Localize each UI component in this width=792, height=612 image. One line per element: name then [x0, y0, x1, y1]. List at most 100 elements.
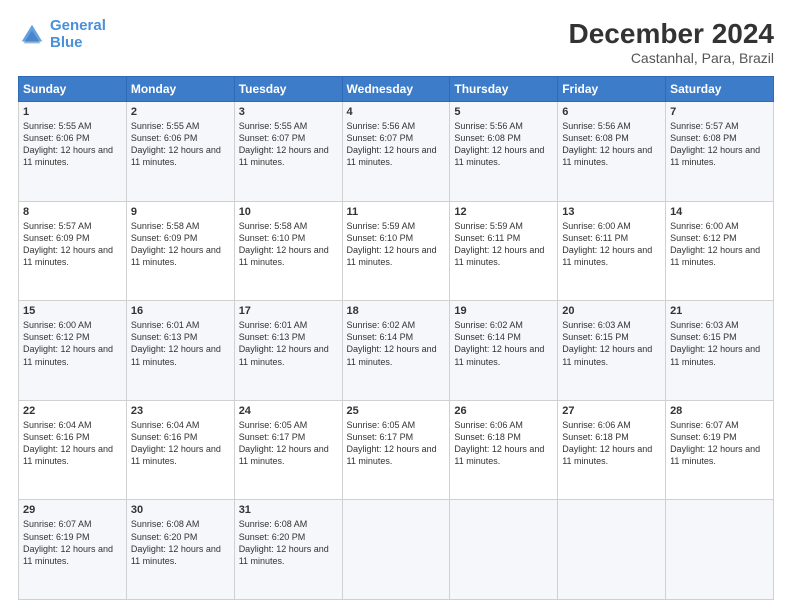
header-tuesday: Tuesday	[234, 77, 342, 102]
day-number: 19	[454, 305, 553, 317]
day-number: 12	[454, 206, 553, 218]
day-info: Sunrise: 5:57 AM Sunset: 6:09 PM Dayligh…	[23, 220, 122, 269]
day-number: 18	[347, 305, 446, 317]
calendar-cell: 17 Sunrise: 6:01 AM Sunset: 6:13 PM Dayl…	[234, 301, 342, 401]
day-info: Sunrise: 5:55 AM Sunset: 6:06 PM Dayligh…	[131, 120, 230, 169]
page: General Blue December 2024 Castanhal, Pa…	[0, 0, 792, 612]
day-info: Sunrise: 6:08 AM Sunset: 6:20 PM Dayligh…	[131, 518, 230, 567]
calendar-cell	[666, 500, 774, 600]
day-number: 5	[454, 106, 553, 118]
calendar-cell: 2 Sunrise: 5:55 AM Sunset: 6:06 PM Dayli…	[126, 102, 234, 202]
day-info: Sunrise: 6:07 AM Sunset: 6:19 PM Dayligh…	[670, 419, 769, 468]
logo-icon	[18, 21, 46, 49]
day-number: 11	[347, 206, 446, 218]
day-info: Sunrise: 6:04 AM Sunset: 6:16 PM Dayligh…	[131, 419, 230, 468]
day-info: Sunrise: 5:59 AM Sunset: 6:11 PM Dayligh…	[454, 220, 553, 269]
calendar-cell: 7 Sunrise: 5:57 AM Sunset: 6:08 PM Dayli…	[666, 102, 774, 202]
day-number: 9	[131, 206, 230, 218]
day-info: Sunrise: 6:07 AM Sunset: 6:19 PM Dayligh…	[23, 518, 122, 567]
calendar-header: Sunday Monday Tuesday Wednesday Thursday…	[19, 77, 774, 102]
calendar-cell: 15 Sunrise: 6:00 AM Sunset: 6:12 PM Dayl…	[19, 301, 127, 401]
day-number: 31	[239, 504, 338, 516]
header-sunday: Sunday	[19, 77, 127, 102]
day-number: 30	[131, 504, 230, 516]
day-number: 28	[670, 405, 769, 417]
day-info: Sunrise: 5:58 AM Sunset: 6:09 PM Dayligh…	[131, 220, 230, 269]
day-info: Sunrise: 5:58 AM Sunset: 6:10 PM Dayligh…	[239, 220, 338, 269]
calendar-cell: 6 Sunrise: 5:56 AM Sunset: 6:08 PM Dayli…	[558, 102, 666, 202]
calendar-cell: 20 Sunrise: 6:03 AM Sunset: 6:15 PM Dayl…	[558, 301, 666, 401]
header-row: Sunday Monday Tuesday Wednesday Thursday…	[19, 77, 774, 102]
day-number: 17	[239, 305, 338, 317]
day-info: Sunrise: 6:03 AM Sunset: 6:15 PM Dayligh…	[670, 319, 769, 368]
day-info: Sunrise: 6:03 AM Sunset: 6:15 PM Dayligh…	[562, 319, 661, 368]
day-number: 22	[23, 405, 122, 417]
day-number: 14	[670, 206, 769, 218]
calendar-cell: 22 Sunrise: 6:04 AM Sunset: 6:16 PM Dayl…	[19, 400, 127, 500]
day-number: 4	[347, 106, 446, 118]
calendar-cell: 21 Sunrise: 6:03 AM Sunset: 6:15 PM Dayl…	[666, 301, 774, 401]
calendar-cell: 3 Sunrise: 5:55 AM Sunset: 6:07 PM Dayli…	[234, 102, 342, 202]
day-info: Sunrise: 5:59 AM Sunset: 6:10 PM Dayligh…	[347, 220, 446, 269]
day-number: 20	[562, 305, 661, 317]
day-info: Sunrise: 6:00 AM Sunset: 6:11 PM Dayligh…	[562, 220, 661, 269]
calendar-cell: 18 Sunrise: 6:02 AM Sunset: 6:14 PM Dayl…	[342, 301, 450, 401]
calendar-cell: 26 Sunrise: 6:06 AM Sunset: 6:18 PM Dayl…	[450, 400, 558, 500]
calendar-cell: 13 Sunrise: 6:00 AM Sunset: 6:11 PM Dayl…	[558, 201, 666, 301]
day-number: 10	[239, 206, 338, 218]
title-block: December 2024 Castanhal, Para, Brazil	[569, 18, 774, 66]
calendar-cell	[450, 500, 558, 600]
day-info: Sunrise: 5:56 AM Sunset: 6:08 PM Dayligh…	[562, 120, 661, 169]
calendar-cell: 28 Sunrise: 6:07 AM Sunset: 6:19 PM Dayl…	[666, 400, 774, 500]
calendar-cell: 24 Sunrise: 6:05 AM Sunset: 6:17 PM Dayl…	[234, 400, 342, 500]
calendar-cell: 4 Sunrise: 5:56 AM Sunset: 6:07 PM Dayli…	[342, 102, 450, 202]
day-info: Sunrise: 6:02 AM Sunset: 6:14 PM Dayligh…	[454, 319, 553, 368]
day-info: Sunrise: 6:02 AM Sunset: 6:14 PM Dayligh…	[347, 319, 446, 368]
day-info: Sunrise: 6:06 AM Sunset: 6:18 PM Dayligh…	[562, 419, 661, 468]
calendar-week-5: 29 Sunrise: 6:07 AM Sunset: 6:19 PM Dayl…	[19, 500, 774, 600]
calendar-cell: 30 Sunrise: 6:08 AM Sunset: 6:20 PM Dayl…	[126, 500, 234, 600]
calendar-cell: 11 Sunrise: 5:59 AM Sunset: 6:10 PM Dayl…	[342, 201, 450, 301]
calendar-cell: 5 Sunrise: 5:56 AM Sunset: 6:08 PM Dayli…	[450, 102, 558, 202]
day-info: Sunrise: 6:06 AM Sunset: 6:18 PM Dayligh…	[454, 419, 553, 468]
day-info: Sunrise: 6:05 AM Sunset: 6:17 PM Dayligh…	[347, 419, 446, 468]
day-info: Sunrise: 5:56 AM Sunset: 6:07 PM Dayligh…	[347, 120, 446, 169]
day-number: 7	[670, 106, 769, 118]
day-number: 27	[562, 405, 661, 417]
day-info: Sunrise: 5:55 AM Sunset: 6:06 PM Dayligh…	[23, 120, 122, 169]
header-friday: Friday	[558, 77, 666, 102]
calendar-cell: 19 Sunrise: 6:02 AM Sunset: 6:14 PM Dayl…	[450, 301, 558, 401]
day-number: 15	[23, 305, 122, 317]
page-title: December 2024	[569, 18, 774, 50]
calendar-cell: 8 Sunrise: 5:57 AM Sunset: 6:09 PM Dayli…	[19, 201, 127, 301]
header-saturday: Saturday	[666, 77, 774, 102]
header-thursday: Thursday	[450, 77, 558, 102]
day-number: 13	[562, 206, 661, 218]
day-number: 26	[454, 405, 553, 417]
day-number: 3	[239, 106, 338, 118]
header: General Blue December 2024 Castanhal, Pa…	[18, 18, 774, 66]
header-monday: Monday	[126, 77, 234, 102]
day-number: 16	[131, 305, 230, 317]
calendar-cell: 1 Sunrise: 5:55 AM Sunset: 6:06 PM Dayli…	[19, 102, 127, 202]
calendar-cell: 27 Sunrise: 6:06 AM Sunset: 6:18 PM Dayl…	[558, 400, 666, 500]
day-info: Sunrise: 5:56 AM Sunset: 6:08 PM Dayligh…	[454, 120, 553, 169]
calendar-cell: 10 Sunrise: 5:58 AM Sunset: 6:10 PM Dayl…	[234, 201, 342, 301]
day-number: 2	[131, 106, 230, 118]
day-info: Sunrise: 6:01 AM Sunset: 6:13 PM Dayligh…	[131, 319, 230, 368]
day-info: Sunrise: 5:55 AM Sunset: 6:07 PM Dayligh…	[239, 120, 338, 169]
logo-line1: General	[50, 17, 106, 34]
day-info: Sunrise: 6:00 AM Sunset: 6:12 PM Dayligh…	[23, 319, 122, 368]
calendar-cell: 31 Sunrise: 6:08 AM Sunset: 6:20 PM Dayl…	[234, 500, 342, 600]
calendar-cell: 16 Sunrise: 6:01 AM Sunset: 6:13 PM Dayl…	[126, 301, 234, 401]
calendar-cell: 14 Sunrise: 6:00 AM Sunset: 6:12 PM Dayl…	[666, 201, 774, 301]
calendar-cell: 23 Sunrise: 6:04 AM Sunset: 6:16 PM Dayl…	[126, 400, 234, 500]
day-number: 1	[23, 106, 122, 118]
calendar-cell: 29 Sunrise: 6:07 AM Sunset: 6:19 PM Dayl…	[19, 500, 127, 600]
calendar-week-3: 15 Sunrise: 6:00 AM Sunset: 6:12 PM Dayl…	[19, 301, 774, 401]
day-info: Sunrise: 6:08 AM Sunset: 6:20 PM Dayligh…	[239, 518, 338, 567]
day-number: 6	[562, 106, 661, 118]
day-number: 29	[23, 504, 122, 516]
calendar-cell: 12 Sunrise: 5:59 AM Sunset: 6:11 PM Dayl…	[450, 201, 558, 301]
calendar-week-4: 22 Sunrise: 6:04 AM Sunset: 6:16 PM Dayl…	[19, 400, 774, 500]
